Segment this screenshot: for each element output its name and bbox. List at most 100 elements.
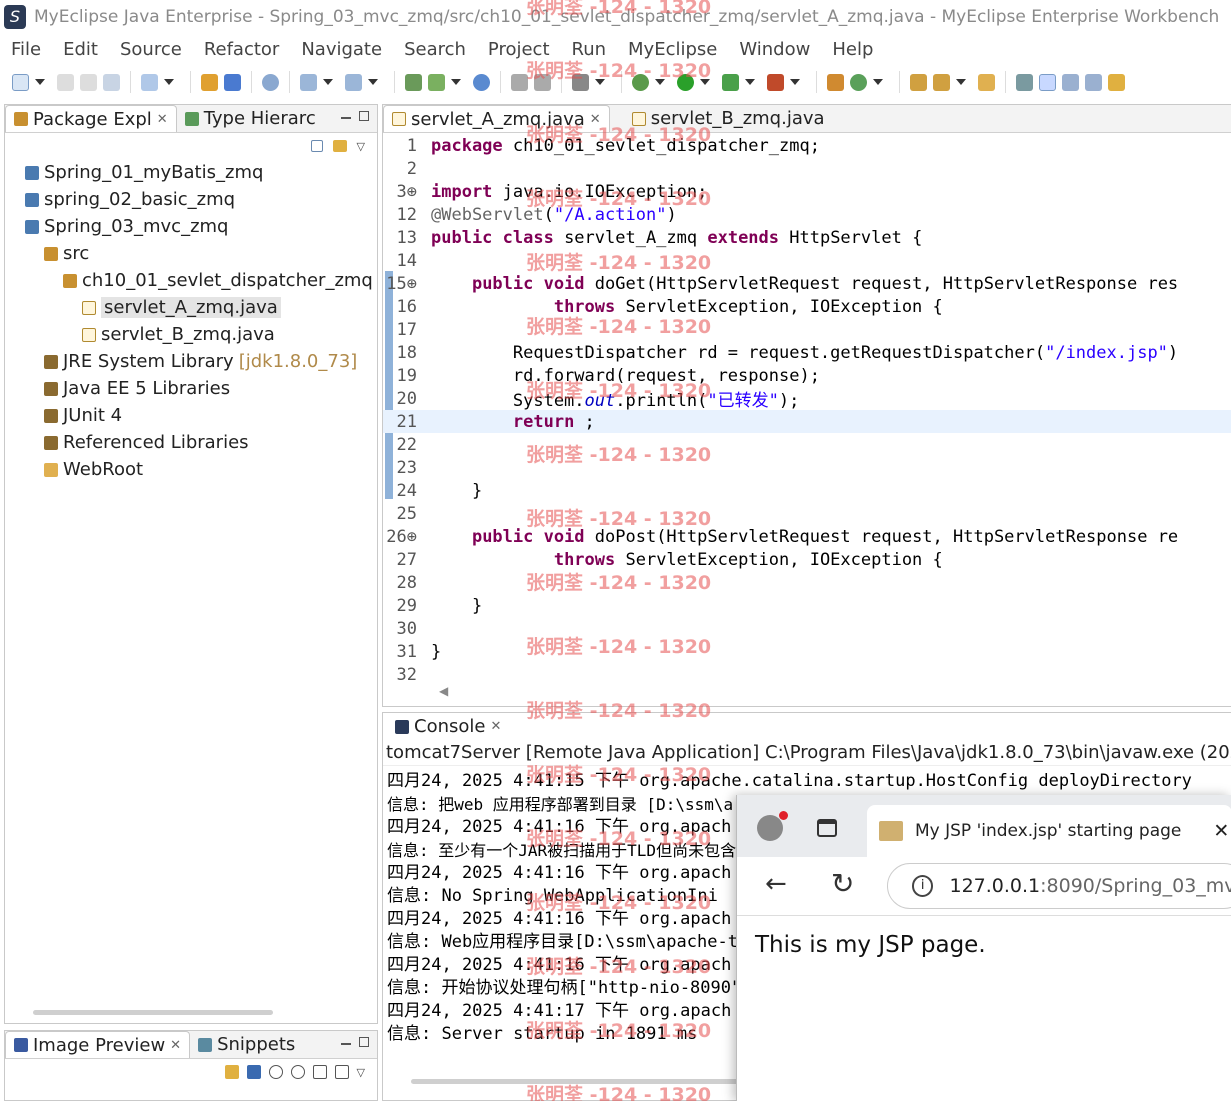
code-line[interactable]: 2 bbox=[383, 157, 1231, 180]
debug-dropdown-icon[interactable] bbox=[655, 79, 665, 85]
open-task-icon[interactable] bbox=[978, 73, 995, 91]
menu-refactor[interactable]: Refactor bbox=[193, 39, 291, 60]
search-icon[interactable] bbox=[933, 73, 950, 91]
tab-actions-icon[interactable] bbox=[817, 819, 837, 837]
tree-item[interactable]: servlet_A_zmq.java bbox=[25, 294, 377, 321]
tab-servlet-a[interactable]: servlet_A_zmq.java ✕ bbox=[383, 105, 610, 132]
run-server-icon[interactable] bbox=[428, 73, 445, 91]
annotation-icon[interactable] bbox=[1108, 73, 1125, 91]
code-line[interactable]: 19 rd.forward(request, response); bbox=[383, 364, 1231, 387]
block-select-icon[interactable] bbox=[1062, 73, 1079, 91]
fit-window-icon[interactable] bbox=[334, 1065, 349, 1079]
tree-item[interactable]: spring_02_basic_zmq bbox=[25, 186, 377, 213]
code-line[interactable]: 24 } bbox=[383, 479, 1231, 502]
zoom-out-icon[interactable] bbox=[268, 1065, 283, 1079]
code-line[interactable]: 28 bbox=[383, 571, 1231, 594]
close-icon[interactable]: ✕ bbox=[490, 719, 501, 734]
code-line[interactable]: 30 bbox=[383, 617, 1231, 640]
code-line[interactable]: 26⊕ public void doPost(HttpServletReques… bbox=[383, 525, 1231, 548]
browser-tab[interactable]: My JSP 'index.jsp' starting page ✕ bbox=[867, 805, 1231, 857]
show-whitespace-icon[interactable] bbox=[1085, 73, 1102, 91]
run-icon[interactable] bbox=[677, 73, 694, 91]
search-dropdown-icon[interactable] bbox=[956, 79, 966, 85]
minimize-icon[interactable] bbox=[341, 1043, 351, 1045]
mark-occurrences-icon[interactable] bbox=[1039, 73, 1056, 91]
code-line[interactable]: 20 System.out.println("已转发"); bbox=[383, 387, 1231, 412]
save-icon[interactable] bbox=[57, 73, 74, 91]
code-line[interactable]: 18 RequestDispatcher rd = request.getReq… bbox=[383, 341, 1231, 364]
server-dropdown-icon[interactable] bbox=[164, 79, 174, 85]
code-area[interactable]: 1 package ch10_01_sevlet_dispatcher_zmq; 2… bbox=[383, 134, 1231, 685]
new-icon[interactable] bbox=[12, 73, 29, 91]
menu-help[interactable]: Help bbox=[821, 39, 884, 60]
tab-console[interactable]: Console ✕ bbox=[387, 713, 510, 740]
link-icon[interactable] bbox=[224, 1065, 239, 1079]
open-resource-icon[interactable] bbox=[345, 73, 362, 91]
tree-item[interactable]: src bbox=[25, 240, 377, 267]
code-line[interactable]: 32 bbox=[383, 663, 1231, 686]
code-line[interactable]: 3⊕ import java.io.IOException; bbox=[383, 180, 1231, 203]
toggle-breadcrumb-icon[interactable] bbox=[1016, 73, 1033, 91]
tab-snippets[interactable]: Snippets bbox=[190, 1031, 303, 1058]
code-line[interactable]: 31} bbox=[383, 640, 1231, 663]
tree-item[interactable]: ch10_01_sevlet_dispatcher_zmq bbox=[25, 267, 377, 294]
actual-size-icon[interactable] bbox=[312, 1065, 327, 1079]
web-browser-icon[interactable] bbox=[262, 73, 279, 91]
run-dropdown-icon[interactable] bbox=[700, 79, 710, 85]
forward-icon[interactable] bbox=[534, 73, 551, 91]
tab-servlet-b[interactable]: servlet_B_zmq.java bbox=[624, 105, 833, 132]
tree-item[interactable]: JRE System Library [jdk1.8.0_73] bbox=[25, 348, 377, 375]
tree-item[interactable]: Java EE 5 Libraries bbox=[25, 375, 377, 402]
new-wizard-icon[interactable] bbox=[300, 73, 317, 91]
tree-item[interactable]: Spring_03_mvc_zmq bbox=[25, 213, 377, 240]
camera-icon[interactable] bbox=[572, 73, 589, 91]
print-icon[interactable] bbox=[103, 73, 120, 91]
fit-icon[interactable] bbox=[246, 1065, 261, 1079]
tab-image-preview[interactable]: Image Preview ✕ bbox=[5, 1031, 191, 1058]
menu-project[interactable]: Project bbox=[477, 39, 561, 60]
menu-source[interactable]: Source bbox=[109, 39, 193, 60]
open-folder-icon[interactable] bbox=[910, 73, 927, 91]
code-line[interactable]: 13 public class servlet_A_zmq extends Htt… bbox=[383, 226, 1231, 249]
external-tools-dropdown-icon[interactable] bbox=[790, 79, 800, 85]
new-dropdown-icon[interactable] bbox=[35, 79, 45, 85]
maximize-icon[interactable] bbox=[359, 111, 369, 121]
tree-item[interactable]: JUnit 4 bbox=[25, 402, 377, 429]
camera-dropdown-icon[interactable] bbox=[595, 79, 605, 85]
code-line[interactable]: 12 @WebServlet("/A.action") bbox=[383, 203, 1231, 226]
code-line[interactable]: 17 bbox=[383, 318, 1231, 341]
scroll-left-icon[interactable]: ◀ bbox=[439, 684, 448, 698]
horizontal-scrollbar[interactable] bbox=[33, 1010, 273, 1015]
view-menu-icon[interactable]: ▽ bbox=[357, 140, 365, 153]
menu-run[interactable]: Run bbox=[561, 39, 618, 60]
resource-dropdown-icon[interactable] bbox=[368, 79, 378, 85]
link-with-editor-icon[interactable] bbox=[332, 140, 347, 152]
minimize-icon[interactable] bbox=[341, 117, 351, 119]
globe-icon[interactable] bbox=[473, 73, 490, 91]
code-line[interactable]: 21 return ; bbox=[383, 410, 1231, 433]
run-server-dropdown-icon[interactable] bbox=[451, 79, 461, 85]
external-tools-icon[interactable] bbox=[767, 73, 784, 91]
menu-window[interactable]: Window bbox=[728, 39, 821, 60]
new-package-dropdown-icon[interactable] bbox=[873, 79, 883, 85]
reload-icon[interactable]: ↻ bbox=[831, 867, 854, 900]
menu-myeclipse[interactable]: MyEclipse bbox=[617, 39, 728, 60]
zoom-in-icon[interactable] bbox=[290, 1065, 305, 1079]
tree-item[interactable]: Referenced Libraries bbox=[25, 429, 377, 456]
menu-search[interactable]: Search bbox=[393, 39, 477, 60]
menu-file[interactable]: File bbox=[0, 39, 52, 60]
console-scrollbar[interactable] bbox=[411, 1079, 741, 1084]
debug-icon[interactable] bbox=[632, 73, 649, 91]
code-line[interactable]: 23 bbox=[383, 456, 1231, 479]
back-arrow-icon[interactable]: ← bbox=[765, 869, 787, 899]
new-package-icon[interactable] bbox=[850, 73, 867, 91]
tree-item[interactable]: servlet_B_zmq.java bbox=[25, 321, 377, 348]
deploy-icon[interactable] bbox=[201, 73, 218, 91]
save-all-icon[interactable] bbox=[80, 73, 97, 91]
new-server-icon[interactable] bbox=[141, 73, 158, 91]
tab-type-hierarchy[interactable]: Type Hierarc bbox=[177, 105, 324, 132]
run-last-icon[interactable] bbox=[722, 73, 739, 91]
open-type-icon[interactable] bbox=[224, 73, 241, 91]
code-line[interactable]: 1 package ch10_01_sevlet_dispatcher_zmq; bbox=[383, 134, 1231, 157]
deploy-project-icon[interactable] bbox=[405, 73, 422, 91]
